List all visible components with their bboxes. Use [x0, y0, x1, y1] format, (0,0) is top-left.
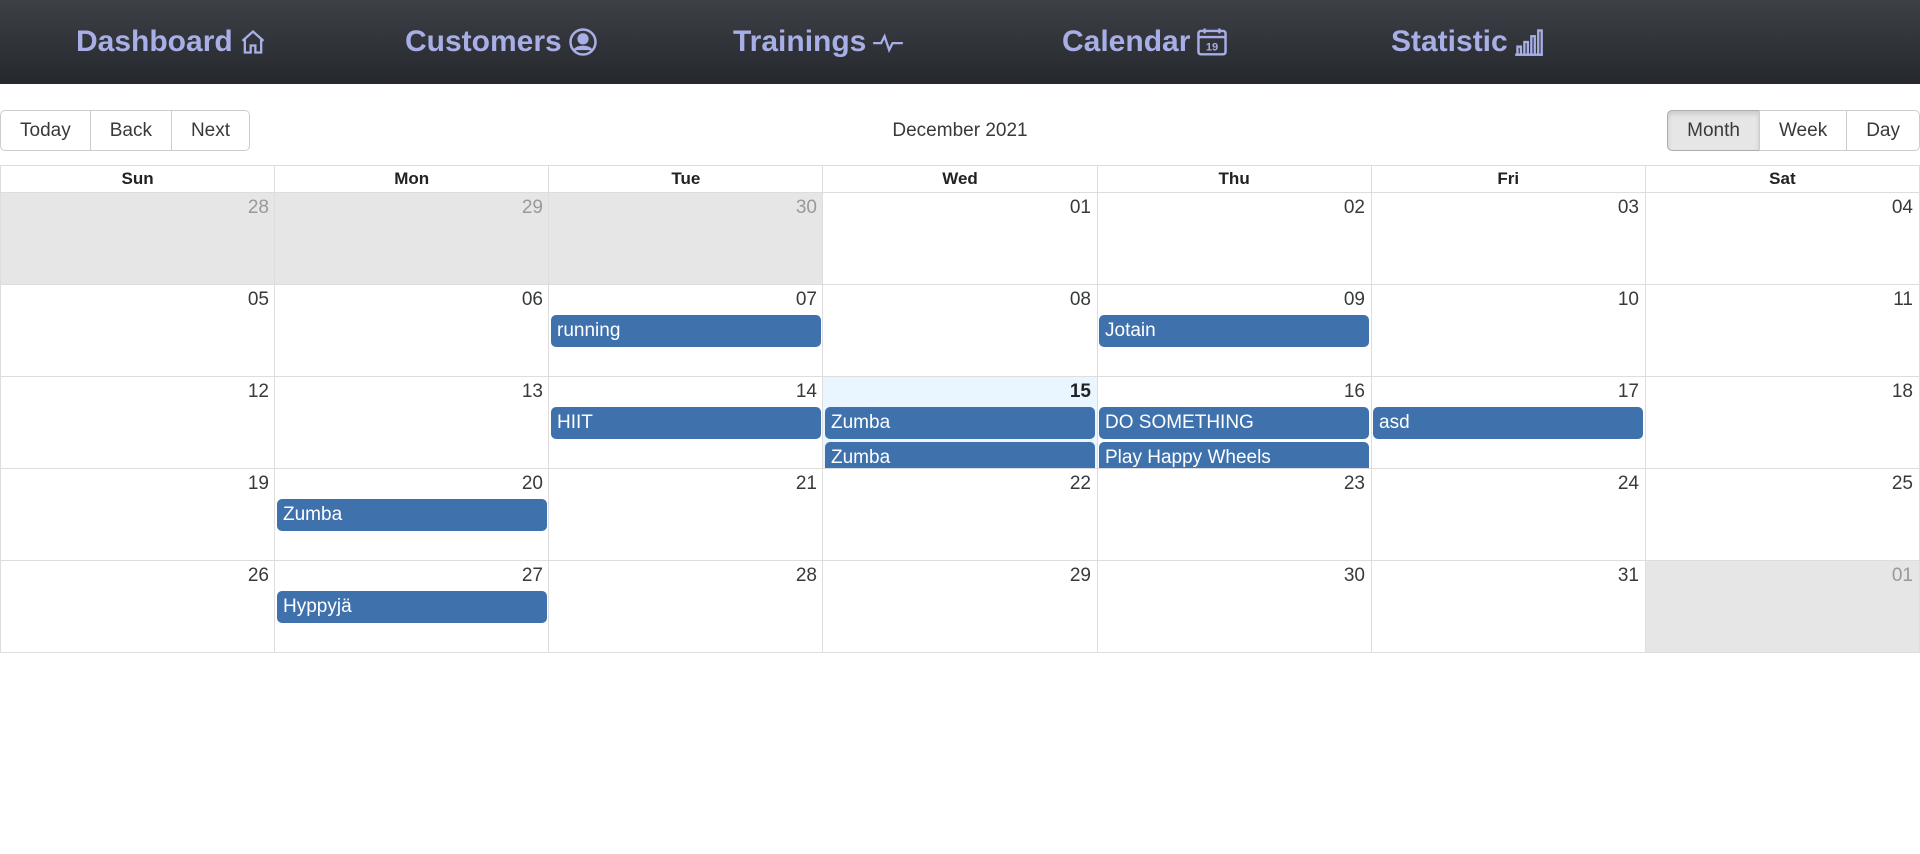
date-number[interactable]: 30: [549, 193, 823, 223]
month-view-button[interactable]: Month: [1667, 110, 1760, 151]
calendar-event[interactable]: Play Happy Wheels: [1099, 442, 1369, 468]
nav-calendar-label: Calendar: [1062, 25, 1191, 58]
weekday-header: Sun Mon Tue Wed Thu Fri Sat: [1, 166, 1919, 192]
weekday-header-cell: Mon: [274, 166, 548, 192]
calendar-icon: 19: [1196, 27, 1228, 57]
date-number[interactable]: 15: [823, 377, 1097, 407]
week-row: 12 13 14 15 16 17 18 HIIT Zumba Zumba DO SOMETHING…: [1, 376, 1919, 468]
date-number[interactable]: 31: [1371, 561, 1645, 591]
week-row: 05 06 07 08 09 10 11 running Jotain: [1, 284, 1919, 376]
weekday-header-cell: Wed: [822, 166, 1096, 192]
current-period-label: December 2021: [892, 119, 1028, 141]
date-number[interactable]: 18: [1645, 377, 1919, 407]
date-number[interactable]: 28: [549, 561, 823, 591]
day-view-button[interactable]: Day: [1846, 110, 1920, 151]
top-navbar: Dashboard Customers Trainings Calendar 1…: [0, 0, 1920, 84]
date-number[interactable]: 01: [823, 193, 1097, 223]
date-number[interactable]: 06: [275, 285, 549, 315]
date-number[interactable]: 13: [275, 377, 549, 407]
date-number[interactable]: 09: [1097, 285, 1371, 315]
nav-trainings-label: Trainings: [733, 25, 867, 58]
date-number[interactable]: 03: [1371, 193, 1645, 223]
bar-chart-icon: [1514, 28, 1544, 56]
today-button[interactable]: Today: [0, 110, 91, 151]
back-button[interactable]: Back: [89, 110, 172, 151]
date-number[interactable]: 22: [823, 469, 1097, 499]
weekday-header-cell: Thu: [1096, 166, 1371, 192]
calendar-event[interactable]: asd: [1373, 407, 1643, 439]
date-number[interactable]: 19: [1, 469, 275, 499]
date-number[interactable]: 04: [1645, 193, 1919, 223]
calendar-event[interactable]: HIIT: [551, 407, 821, 439]
weekday-header-cell: Sun: [121, 169, 154, 188]
view-button-group: Month Week Day: [1667, 110, 1920, 151]
home-icon: [239, 28, 267, 56]
month-view: Sun Mon Tue Wed Thu Fri Sat 28 29 30 01 02 03 04 05 06…: [0, 165, 1920, 653]
calendar-icon-day: 19: [1206, 42, 1218, 54]
calendar-event[interactable]: DO SOMETHING: [1099, 407, 1369, 439]
date-number[interactable]: 08: [823, 285, 1097, 315]
nav-statistic[interactable]: Statistic: [1391, 0, 1544, 84]
date-number[interactable]: 07: [549, 285, 823, 315]
calendar-event[interactable]: running: [551, 315, 821, 347]
calendar-event[interactable]: Hyppyjä: [277, 591, 547, 623]
activity-icon: [872, 28, 904, 56]
week-view-button[interactable]: Week: [1758, 110, 1848, 151]
nav-customers-label: Customers: [405, 25, 562, 58]
person-circle-icon: [568, 27, 598, 57]
date-number[interactable]: 23: [1097, 469, 1371, 499]
nav-dashboard[interactable]: Dashboard: [76, 0, 267, 84]
nav-dashboard-label: Dashboard: [76, 25, 233, 58]
week-row: 26 27 28 29 30 31 01 Hyppyjä: [1, 560, 1919, 652]
calendar-toolbar: December 2021 Today Back Next Month Week…: [0, 84, 1920, 165]
date-number[interactable]: 24: [1371, 469, 1645, 499]
date-number[interactable]: 20: [275, 469, 549, 499]
week-row: 28 29 30 01 02 03 04: [1, 192, 1919, 284]
navigation-button-group: Today Back Next: [0, 110, 251, 151]
weekday-header-cell: Tue: [548, 166, 822, 192]
calendar-event[interactable]: Zumba: [277, 499, 547, 531]
date-number[interactable]: 10: [1371, 285, 1645, 315]
date-number[interactable]: 17: [1371, 377, 1645, 407]
date-number[interactable]: 30: [1097, 561, 1371, 591]
nav-statistic-label: Statistic: [1391, 25, 1508, 58]
week-row: 19 20 21 22 23 24 25 Zumba: [1, 468, 1919, 560]
date-number[interactable]: 21: [549, 469, 823, 499]
next-button[interactable]: Next: [170, 110, 251, 151]
date-number[interactable]: 16: [1097, 377, 1371, 407]
date-number[interactable]: 14: [549, 377, 823, 407]
date-number[interactable]: 26: [1, 561, 275, 591]
nav-calendar[interactable]: Calendar 19: [1062, 0, 1228, 84]
date-number[interactable]: 05: [1, 285, 275, 315]
date-number[interactable]: 29: [275, 193, 549, 223]
weekday-header-cell: Fri: [1370, 166, 1645, 192]
date-number[interactable]: 28: [1, 193, 275, 223]
date-number[interactable]: 27: [275, 561, 549, 591]
nav-customers[interactable]: Customers: [405, 0, 598, 84]
date-number[interactable]: 25: [1645, 469, 1919, 499]
date-number[interactable]: 12: [1, 377, 275, 407]
date-number[interactable]: 01: [1645, 561, 1919, 591]
calendar-event[interactable]: Jotain: [1099, 315, 1369, 347]
nav-trainings[interactable]: Trainings: [733, 0, 904, 84]
date-number[interactable]: 29: [823, 561, 1097, 591]
date-number[interactable]: 11: [1645, 285, 1919, 315]
calendar-event[interactable]: Zumba: [825, 442, 1095, 468]
date-number[interactable]: 02: [1097, 193, 1371, 223]
weekday-header-cell: Sat: [1644, 166, 1919, 192]
calendar-event[interactable]: Zumba: [825, 407, 1095, 439]
